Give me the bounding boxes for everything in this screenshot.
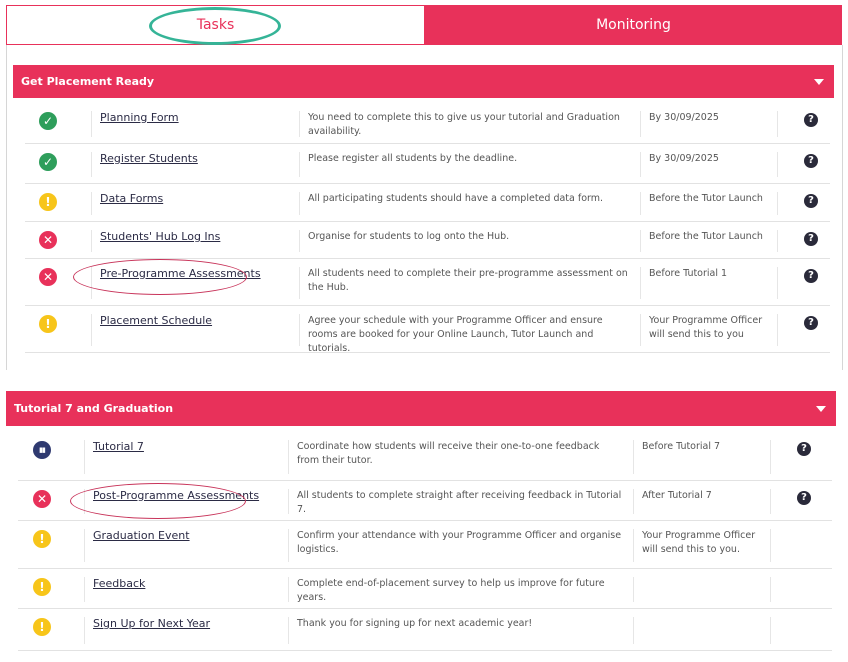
- question-icon[interactable]: ?: [804, 194, 818, 208]
- task-cell: Students' Hub Log Ins: [91, 230, 299, 252]
- section-header[interactable]: Get Placement Ready: [13, 65, 834, 98]
- task-description: Complete end-of-placement survey to help…: [288, 577, 633, 603]
- task-cell: Pre-Programme Assessments: [91, 267, 299, 299]
- task-link[interactable]: Post-Programme Assessments: [93, 489, 259, 502]
- task-due: Your Programme Officer will send this to…: [640, 314, 777, 346]
- task-description: All participating students should have a…: [299, 192, 640, 215]
- task-row: ! Sign Up for Next Year Thank you for sign…: [18, 609, 832, 651]
- task-due: [633, 577, 770, 602]
- task-link[interactable]: Placement Schedule: [100, 314, 212, 327]
- section-title: Get Placement Ready: [21, 75, 155, 88]
- task-link[interactable]: Graduation Event: [93, 529, 190, 542]
- panel-edge: [842, 45, 843, 370]
- task-cell: Placement Schedule: [91, 314, 299, 346]
- task-due: Before Tutorial 1: [640, 267, 777, 299]
- task-due: Before the Tutor Launch: [640, 230, 777, 252]
- section-title: Tutorial 7 and Graduation: [14, 402, 174, 415]
- task-row: ! Feedback Complete end-of-placement surve…: [18, 569, 832, 609]
- help-cell: ?: [777, 314, 818, 346]
- task-due: Before Tutorial 7: [633, 440, 770, 474]
- tab-tasks[interactable]: Tasks: [6, 5, 425, 45]
- task-row: ! Data Forms All participating students sh…: [25, 184, 830, 222]
- task-row: ▮▮ Tutorial 7 Coordinate how students will…: [18, 432, 832, 481]
- task-row: ✕ Post-Programme Assessments All students …: [18, 481, 832, 521]
- task-link[interactable]: Tutorial 7: [93, 440, 144, 453]
- close-icon: ✕: [39, 231, 57, 249]
- exclamation-icon: !: [33, 530, 51, 548]
- task-cell: Planning Form: [91, 111, 299, 137]
- task-link[interactable]: Sign Up for Next Year: [93, 617, 210, 630]
- task-cell: Graduation Event: [84, 529, 288, 562]
- task-due: By 30/09/2025: [640, 152, 777, 177]
- help-cell: [770, 577, 810, 602]
- caret-down-icon[interactable]: [814, 78, 824, 85]
- section-header[interactable]: Tutorial 7 and Graduation: [6, 391, 836, 426]
- exclamation-icon: !: [33, 618, 51, 636]
- task-row: ✓ Register Students Please register all st…: [25, 144, 830, 184]
- help-cell: [770, 529, 810, 562]
- help-cell: ?: [777, 230, 818, 252]
- check-icon: ✓: [39, 153, 57, 171]
- task-row: ! Placement Schedule Agree your schedule w…: [25, 306, 830, 354]
- task-due: By 30/09/2025: [640, 111, 777, 137]
- task-row: ✕ Pre-Programme Assessments All students n…: [25, 259, 830, 306]
- exclamation-icon: !: [39, 193, 57, 211]
- tab-tasks-label: Tasks: [196, 17, 235, 33]
- task-description: Confirm your attendance with your Progra…: [288, 529, 633, 562]
- task-due: Before the Tutor Launch: [640, 192, 777, 215]
- task-description: Coordinate how students will receive the…: [288, 440, 633, 474]
- question-icon[interactable]: ?: [804, 316, 818, 330]
- exclamation-icon: !: [39, 315, 57, 333]
- task-description: All students to complete straight after …: [288, 489, 633, 515]
- task-cell: Post-Programme Assessments: [84, 489, 288, 514]
- close-icon: ✕: [39, 268, 57, 286]
- help-cell: [770, 617, 810, 644]
- help-cell: ?: [777, 192, 818, 215]
- task-due: After Tutorial 7: [633, 489, 770, 514]
- task-description: You need to complete this to give us you…: [299, 111, 640, 137]
- help-cell: ?: [777, 267, 818, 299]
- question-icon[interactable]: ?: [797, 442, 811, 456]
- task-link[interactable]: Planning Form: [100, 111, 179, 124]
- question-icon[interactable]: ?: [804, 113, 818, 127]
- task-cell: Tutorial 7: [84, 440, 288, 474]
- bar-chart-icon: ▮▮: [33, 441, 51, 459]
- help-cell: ?: [770, 440, 811, 474]
- task-description: Agree your schedule with your Programme …: [299, 314, 640, 354]
- task-cell: Register Students: [91, 152, 299, 177]
- task-description: Thank you for signing up for next academ…: [288, 617, 633, 644]
- task-link[interactable]: Students' Hub Log Ins: [100, 230, 220, 243]
- task-due: [633, 617, 770, 644]
- help-cell: ?: [777, 111, 818, 137]
- tab-monitoring-label: Monitoring: [596, 17, 671, 33]
- task-row: ✓ Planning Form You need to complete this …: [25, 103, 830, 144]
- task-description: All students need to complete their pre-…: [299, 267, 640, 299]
- task-row: ✕ Students' Hub Log Ins Organise for stude…: [25, 222, 830, 259]
- help-cell: ?: [770, 489, 811, 514]
- check-icon: ✓: [39, 112, 57, 130]
- question-icon[interactable]: ?: [804, 154, 818, 168]
- task-link[interactable]: Feedback: [93, 577, 145, 590]
- task-link[interactable]: Register Students: [100, 152, 198, 165]
- task-due: Your Programme Officer will send this to…: [633, 529, 770, 562]
- question-icon[interactable]: ?: [797, 491, 811, 505]
- task-row: ! Graduation Event Confirm your attendance…: [18, 521, 832, 569]
- task-cell: Feedback: [84, 577, 288, 602]
- panel-edge: [6, 45, 7, 370]
- task-link[interactable]: Data Forms: [100, 192, 163, 205]
- task-link[interactable]: Pre-Programme Assessments: [100, 267, 261, 280]
- task-description: Please register all students by the dead…: [299, 152, 640, 177]
- close-icon: ✕: [33, 490, 51, 508]
- tab-bar: Tasks Monitoring: [6, 5, 842, 45]
- task-description: Organise for students to log onto the Hu…: [299, 230, 640, 252]
- question-icon[interactable]: ?: [804, 269, 818, 283]
- caret-down-icon[interactable]: [816, 405, 826, 412]
- task-cell: Sign Up for Next Year: [84, 617, 288, 644]
- help-cell: ?: [777, 152, 818, 177]
- question-icon[interactable]: ?: [804, 232, 818, 246]
- tab-monitoring[interactable]: Monitoring: [425, 5, 842, 45]
- exclamation-icon: !: [33, 578, 51, 596]
- task-cell: Data Forms: [91, 192, 299, 215]
